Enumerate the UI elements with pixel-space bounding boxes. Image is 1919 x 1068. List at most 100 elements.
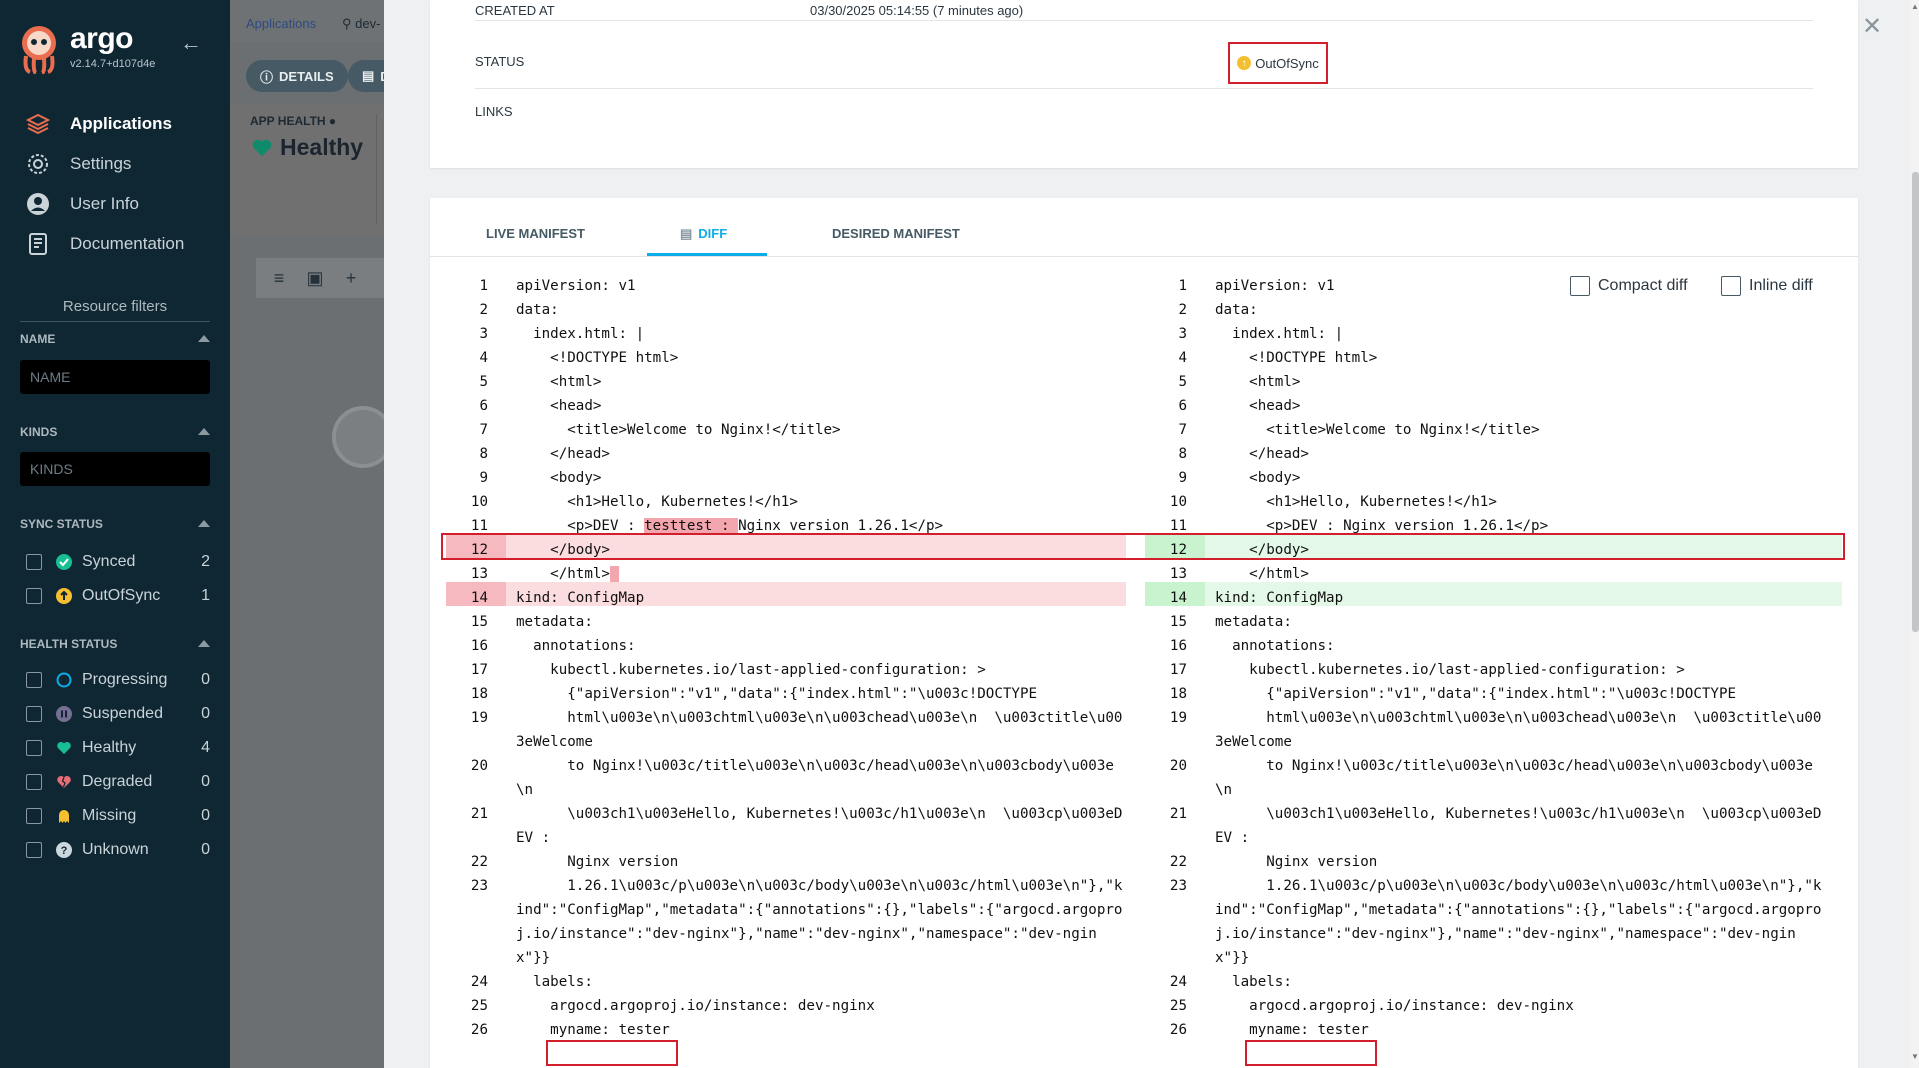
links-label: LINKS <box>475 104 513 119</box>
code-line: j.io/instance":"dev-nginx"},"name":"dev-… <box>1215 926 1796 942</box>
line-number: 3 <box>1178 326 1187 342</box>
arrow-up-circle-icon: ↑ <box>1237 56 1252 70</box>
align-icon[interactable]: ≡ <box>266 268 292 289</box>
healthy-checkbox[interactable] <box>26 740 42 756</box>
check-circle-icon <box>56 554 72 570</box>
code-line: \n <box>516 782 534 798</box>
inline-diff-checkbox[interactable] <box>1721 276 1741 296</box>
scroll-up-icon[interactable]: ▲ <box>1911 2 1919 11</box>
nav-settings[interactable]: Settings <box>0 144 230 184</box>
details-button[interactable]: ⓘ DETAILS <box>246 60 348 92</box>
line-number: 11 <box>470 518 488 534</box>
nav-applications[interactable]: Applications <box>0 104 230 144</box>
code-line: metadata: <box>1215 614 1292 630</box>
compact-diff-checkbox[interactable] <box>1570 276 1590 296</box>
line-number: 15 <box>1169 614 1187 630</box>
filter-missing[interactable]: Missing 0 <box>26 804 210 828</box>
manifest-card: LIVE MANIFEST ▤ DIFF DESIRED MANIFEST Com… <box>430 198 1858 1068</box>
filter-progressing[interactable]: Progressing 0 <box>26 668 210 692</box>
kinds-filter-input[interactable] <box>20 452 210 486</box>
line-number: 26 <box>1169 1022 1187 1038</box>
line-number: 14 <box>1169 590 1187 606</box>
code-line: <title>Welcome to Nginx!</title> <box>1215 422 1540 438</box>
created-at-value: 03/30/2025 05:14:55 (7 minutes ago) <box>810 3 1024 18</box>
question-circle-icon: ? <box>56 842 72 858</box>
scroll-down-icon[interactable]: ▼ <box>1911 1052 1919 1061</box>
heart-icon <box>57 742 71 754</box>
progressing-count: 0 <box>201 671 210 688</box>
inline-diff-option[interactable]: Inline diff <box>1721 276 1813 296</box>
code-line: data: <box>516 302 559 318</box>
zoom-in-icon[interactable]: + <box>338 268 364 289</box>
line-number: 19 <box>470 710 488 726</box>
tab-live-manifest[interactable]: LIVE MANIFEST <box>486 226 585 241</box>
synced-checkbox[interactable] <box>26 554 42 570</box>
info-icon: ⓘ <box>260 69 274 85</box>
app-node-icon[interactable] <box>332 406 390 468</box>
tab-diff[interactable]: ▤ DIFF <box>680 226 727 242</box>
name-filter-input[interactable] <box>20 360 210 394</box>
heart-icon <box>252 139 272 156</box>
filter-suspended[interactable]: Suspended 0 <box>26 702 210 726</box>
status-value-text: OutOfSync <box>1255 55 1319 71</box>
collapse-name-icon[interactable] <box>198 335 210 342</box>
line-number: 4 <box>479 350 488 366</box>
code-line: index.html: | <box>516 326 645 342</box>
code-line: index.html: | <box>1215 326 1344 342</box>
nav-settings-label: Settings <box>70 154 132 173</box>
filter-outofsync[interactable]: OutOfSync 1 <box>26 584 210 608</box>
close-panel-icon[interactable]: ✕ <box>1862 12 1882 41</box>
collapse-health-icon[interactable] <box>198 640 210 647</box>
doc-icon: ▤ <box>680 226 693 241</box>
app-health-label: APP HEALTH ● <box>250 114 336 128</box>
missing-checkbox[interactable] <box>26 808 42 824</box>
filter-unknown[interactable]: ? Unknown 0 <box>26 838 210 862</box>
panel-scrollbar-thumb[interactable] <box>1912 172 1919 632</box>
app-health-value: Healthy <box>250 134 363 161</box>
outofsync-checkbox[interactable] <box>26 588 42 604</box>
tab-desired-manifest[interactable]: DESIRED MANIFEST <box>832 226 960 241</box>
code-line: \u003ch1\u003eHello, Kubernetes!\u003c/h… <box>516 806 1123 822</box>
nav-user-info[interactable]: User Info <box>0 184 230 224</box>
progressing-checkbox[interactable] <box>26 672 42 688</box>
suspended-checkbox[interactable] <box>26 706 42 722</box>
line-number: 26 <box>470 1022 488 1038</box>
collapse-kinds-icon[interactable] <box>198 428 210 435</box>
line-number: 23 <box>1169 878 1187 894</box>
filter-synced[interactable]: Synced 2 <box>26 550 210 574</box>
brand-version: v2.14.7+d107d4e <box>70 58 156 70</box>
compact-diff-option[interactable]: Compact diff <box>1570 276 1688 296</box>
code-line: <!DOCTYPE html> <box>1215 350 1378 366</box>
outofsync-count: 1 <box>201 587 210 604</box>
filter-degraded[interactable]: Degraded 0 <box>26 770 210 794</box>
collapse-sidebar-icon[interactable]: ← <box>180 30 202 55</box>
suspended-count: 0 <box>201 705 210 722</box>
code-line: annotations: <box>1215 638 1335 654</box>
line-number: 8 <box>479 446 488 462</box>
code-line: 1.26.1\u003c/p\u003e\n\u003c/body\u003e\… <box>1215 878 1822 894</box>
line-number: 11 <box>1169 518 1187 534</box>
myname-left-annotation <box>546 1040 678 1066</box>
fit-icon[interactable]: ▣ <box>302 268 328 289</box>
unknown-label: Unknown <box>82 841 149 858</box>
code-line: x"}} <box>516 950 551 966</box>
argo-logo[interactable]: argo v2.14.7+d107d4e <box>18 24 155 74</box>
collapse-sync-icon[interactable] <box>198 520 210 527</box>
unknown-count: 0 <box>201 841 210 858</box>
sync-status-label: SYNC STATUS <box>20 517 103 531</box>
application-view-background: Applications ⚲ dev- ⓘDETAILS ▤D APP HEAL… <box>230 0 390 1068</box>
unknown-checkbox[interactable] <box>26 842 42 858</box>
degraded-checkbox[interactable] <box>26 774 42 790</box>
breadcrumb-current: ⚲ dev- <box>342 16 380 32</box>
nav-documentation[interactable]: Documentation <box>0 224 230 264</box>
breadcrumb-applications[interactable]: Applications <box>246 16 316 31</box>
removed-newline-marker <box>609 566 619 582</box>
code-line: <head> <box>516 398 602 414</box>
line-number: 17 <box>470 662 488 678</box>
line-number: 2 <box>1178 302 1187 318</box>
filter-healthy[interactable]: Healthy 4 <box>26 736 210 760</box>
code-line: Nginx version <box>1215 854 1378 870</box>
line-number: 18 <box>470 686 488 702</box>
graph-toolbar: ≡ ▣ + <box>256 258 390 298</box>
code-line: <head> <box>1215 398 1301 414</box>
